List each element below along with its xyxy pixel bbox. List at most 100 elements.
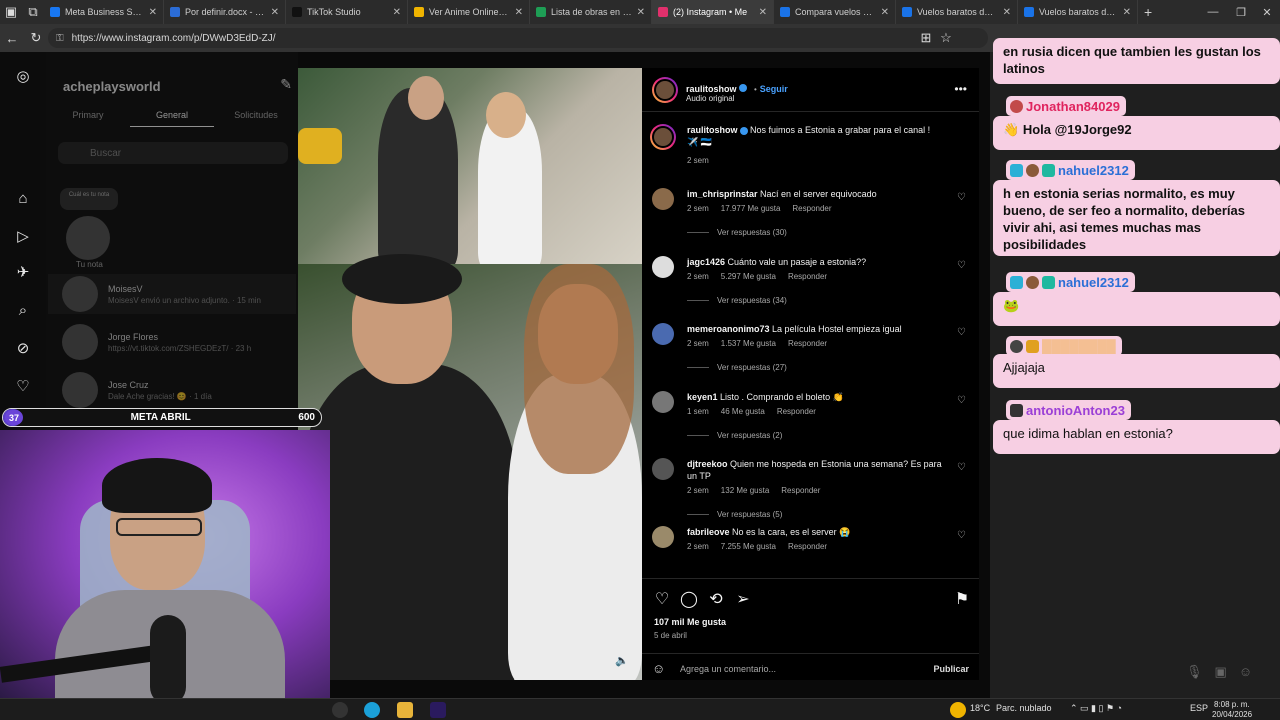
dm-username[interactable]: acheplaysworld: [63, 79, 161, 94]
like-count[interactable]: 107 mil Me gusta: [654, 617, 726, 627]
reels-icon[interactable]: ▷: [13, 226, 33, 246]
like-comment-icon[interactable]: ♡: [957, 327, 966, 338]
explore-icon[interactable]: ⊘: [13, 338, 33, 358]
browser-tab[interactable]: Compara vuelos barato ✕: [774, 0, 896, 24]
author-avatar[interactable]: [650, 124, 676, 150]
browser-tab[interactable]: Meta Business Suite ✕: [44, 0, 164, 24]
close-tab-icon[interactable]: ✕: [393, 7, 401, 18]
comment-icon[interactable]: ◯: [679, 589, 699, 609]
mic-icon[interactable]: 🎙: [1186, 664, 1203, 680]
comment-likes[interactable]: 17.977 Me gusta: [721, 204, 781, 213]
emoji-icon[interactable]: ☺: [1239, 664, 1252, 680]
premiere-icon[interactable]: [430, 702, 446, 718]
note-bubble[interactable]: Cuál es tu nota: [60, 188, 118, 210]
more-options-icon[interactable]: •••: [954, 82, 967, 96]
workspaces-icon[interactable]: ▣: [0, 0, 22, 24]
author-avatar[interactable]: [652, 77, 678, 103]
comment-author[interactable]: fabrileove: [687, 527, 730, 537]
avatar[interactable]: [652, 255, 674, 278]
browser-tab[interactable]: Vuelos baratos desde M ✕: [896, 0, 1018, 24]
clock-time[interactable]: 8:08 p. m.: [1214, 700, 1250, 709]
follow-button[interactable]: Seguir: [760, 84, 788, 94]
conversation-row[interactable]: Jose Cruz Dale Ache gracias! 😊 · 1 día: [62, 370, 292, 410]
like-comment-icon[interactable]: ♡: [957, 260, 966, 271]
tab-primary[interactable]: Primary: [46, 110, 130, 127]
emoji-icon[interactable]: ☺: [652, 661, 672, 676]
comment-likes[interactable]: 46 Me gusta: [721, 407, 765, 416]
close-tab-icon[interactable]: ✕: [1003, 7, 1011, 18]
comment-likes[interactable]: 5.297 Me gusta: [721, 272, 776, 281]
refresh-icon[interactable]: ↻: [24, 26, 48, 50]
caption-author[interactable]: raulitoshow: [687, 125, 738, 135]
view-replies-button[interactable]: Ver respuestas (30): [687, 228, 787, 237]
comment-input[interactable]: Agrega un comentario...: [680, 664, 933, 674]
comment-likes[interactable]: 1.537 Me gusta: [721, 339, 776, 348]
avatar[interactable]: [66, 216, 110, 260]
browser-tab[interactable]: Lista de obras en seguir ✕: [530, 0, 652, 24]
file-explorer-icon[interactable]: [397, 702, 413, 718]
search-icon[interactable]: ⌕: [13, 300, 33, 320]
share-icon[interactable]: ➢: [733, 589, 753, 609]
comment-author[interactable]: im_chrisprinstar: [687, 189, 758, 199]
home-icon[interactable]: ⌂: [13, 188, 33, 208]
back-icon[interactable]: ←: [0, 26, 24, 50]
weather-desc[interactable]: Parc. nublado: [996, 703, 1052, 713]
browser-tab[interactable]: (2) Instagram • Me ✕: [652, 0, 774, 24]
tray-icons[interactable]: ⌃ ▭ ▮ ▯ ⚑ ◔: [1070, 703, 1122, 714]
avatar[interactable]: [652, 390, 674, 413]
instagram-logo-icon[interactable]: ◎: [13, 66, 33, 86]
mute-icon[interactable]: 🔈: [612, 650, 632, 670]
maximize-icon[interactable]: ❐: [1228, 0, 1254, 24]
clock-date[interactable]: 20/04/2026: [1212, 710, 1252, 719]
save-icon[interactable]: ⚑: [952, 589, 972, 609]
edge-icon[interactable]: [364, 702, 380, 718]
close-tab-icon[interactable]: ✕: [881, 7, 889, 18]
conversation-row[interactable]: Jorge Flores https://vt.tiktok.com/ZSHEGD…: [62, 322, 292, 362]
comment-author[interactable]: jagc1426: [687, 257, 725, 267]
view-replies-button[interactable]: Ver respuestas (34): [687, 296, 787, 305]
reply-button[interactable]: Responder: [777, 407, 816, 416]
browser-tab[interactable]: Ver Anime Online - todo ✕: [408, 0, 530, 24]
tab-general[interactable]: General: [130, 110, 214, 127]
messages-icon[interactable]: ✈: [13, 262, 33, 282]
browser-tab[interactable]: TikTok Studio ✕: [286, 0, 408, 24]
conversation-row[interactable]: MoisesV MoisesV envió un archivo adjunto.…: [48, 274, 296, 314]
reply-button[interactable]: Responder: [788, 542, 827, 551]
avatar[interactable]: [652, 323, 674, 345]
author-name[interactable]: raulitoshow: [686, 84, 737, 94]
close-tab-icon[interactable]: ✕: [1123, 7, 1131, 18]
audio-label[interactable]: Audio original: [686, 94, 734, 103]
tab-requests[interactable]: Solicitudes: [214, 110, 298, 127]
minimize-icon[interactable]: —: [1200, 0, 1226, 24]
image-icon[interactable]: ▣: [1215, 664, 1227, 680]
like-comment-icon[interactable]: ♡: [957, 192, 966, 203]
publish-button[interactable]: Publicar: [933, 664, 969, 674]
comment-likes[interactable]: 7.255 Me gusta: [721, 542, 776, 551]
comment-author[interactable]: keyen1: [687, 392, 718, 402]
post-video[interactable]: 🔈: [298, 68, 642, 680]
like-icon[interactable]: ♡: [652, 589, 672, 609]
close-window-icon[interactable]: ✕: [1254, 0, 1280, 24]
language-indicator[interactable]: ESP: [1190, 703, 1208, 713]
obs-icon[interactable]: [332, 702, 348, 718]
notifications-icon[interactable]: ♡: [13, 376, 33, 396]
close-tab-icon[interactable]: ✕: [637, 7, 645, 18]
reply-button[interactable]: Responder: [792, 204, 831, 213]
comment-author[interactable]: memeroanonimo73: [687, 324, 770, 334]
url-field[interactable]: ⚿ https://www.instagram.com/p/DWwD3EdD-Z…: [48, 28, 988, 48]
dm-search-input[interactable]: Buscar: [58, 142, 288, 164]
like-comment-icon[interactable]: ♡: [957, 530, 966, 541]
close-tab-icon[interactable]: ✕: [271, 7, 279, 18]
reply-button[interactable]: Responder: [788, 339, 827, 348]
compose-icon[interactable]: ✎: [280, 76, 292, 93]
favorite-icon[interactable]: ☆: [934, 26, 958, 50]
browser-tab[interactable]: Por definir.docx - Docu ✕: [164, 0, 286, 24]
close-tab-icon[interactable]: ✕: [149, 7, 157, 18]
avatar[interactable]: [652, 188, 674, 210]
comment-author[interactable]: djtreekoo: [687, 459, 728, 469]
view-replies-button[interactable]: Ver respuestas (2): [687, 431, 782, 440]
browser-tab[interactable]: Vuelos baratos de Mé ✕: [1018, 0, 1138, 24]
weather-temp[interactable]: 18°C: [970, 703, 990, 713]
close-tab-icon[interactable]: ✕: [515, 7, 523, 18]
reply-button[interactable]: Responder: [788, 272, 827, 281]
